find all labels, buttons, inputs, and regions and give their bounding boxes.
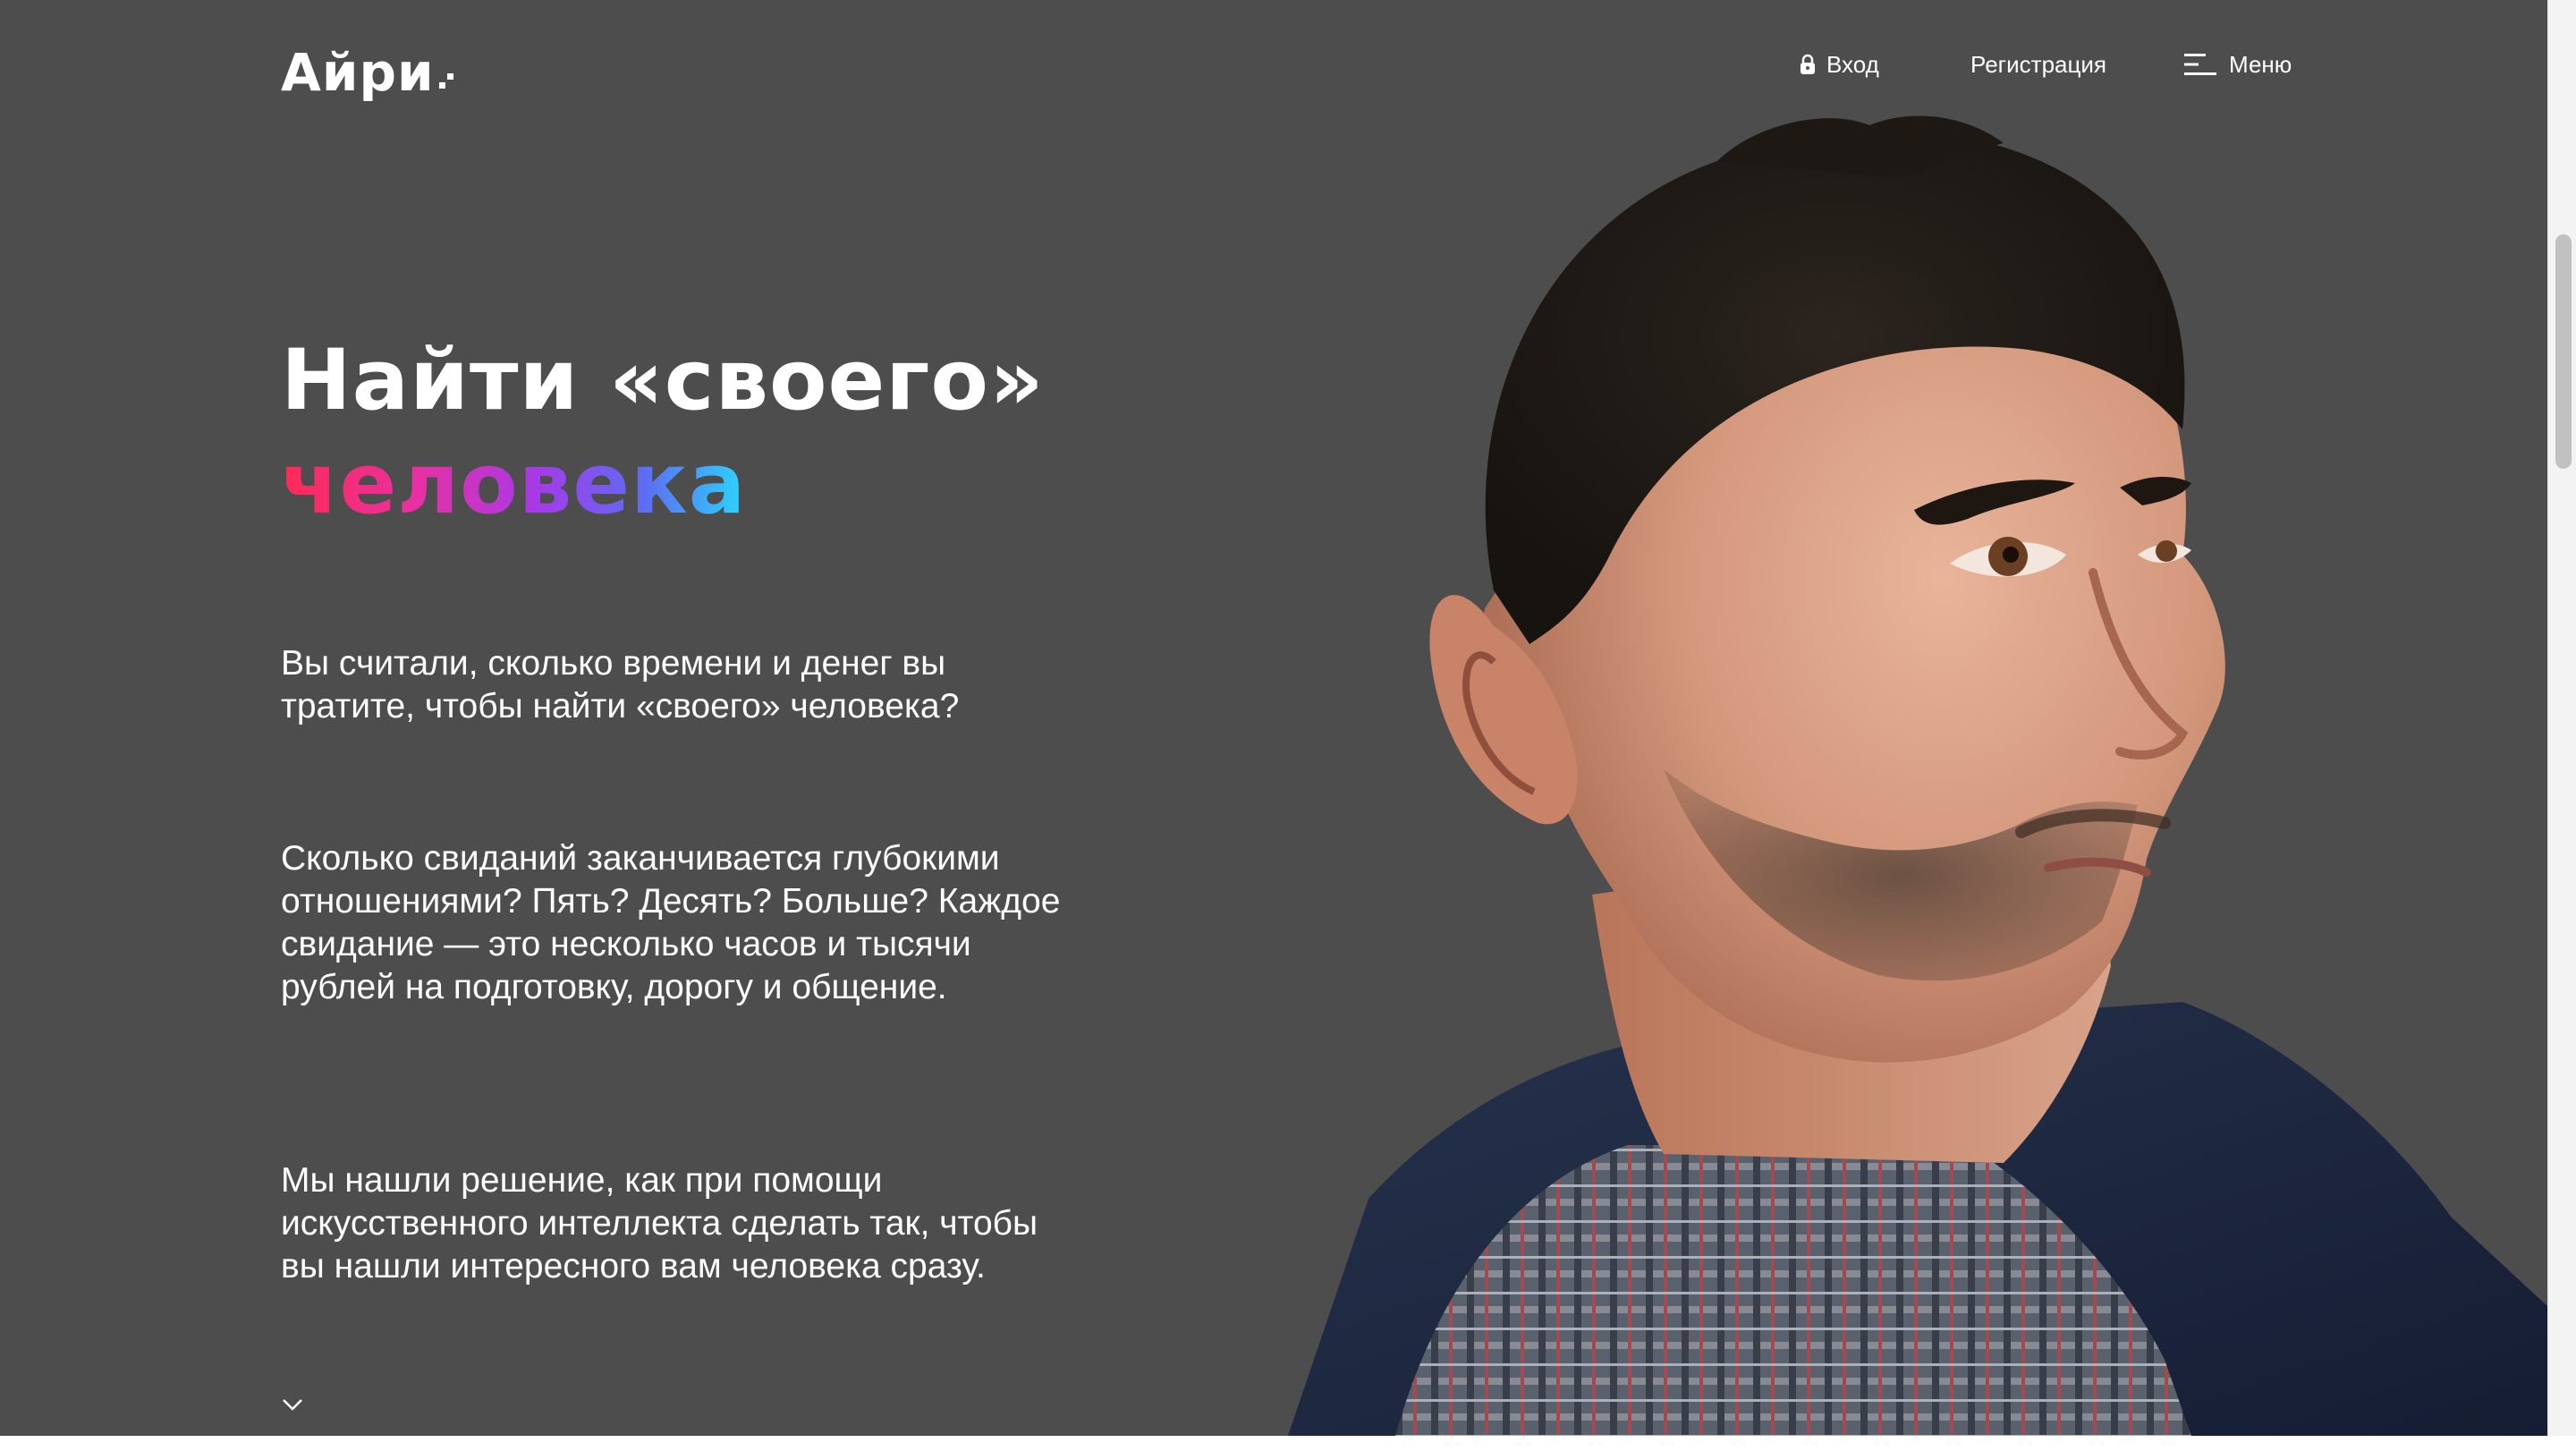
intro-paragraph-2: Сколько свиданий заканчивается глубокими… — [281, 839, 1061, 1006]
register-link[interactable]: Регистрация — [1970, 43, 2106, 86]
page: Айри Вход Регистрация Меню Найти «своего… — [0, 0, 2576, 1451]
hamburger-menu-icon — [2184, 53, 2218, 76]
lock-icon — [1800, 54, 1816, 75]
intro-paragraph-1: Вы считали, сколько времени и денег вы т… — [281, 644, 960, 726]
logo-dots-icon — [437, 63, 453, 98]
vertical-scrollbar[interactable] — [2547, 0, 2576, 1436]
logo-text: Айри — [281, 42, 435, 103]
intro-paragraph-3: Мы нашли решение, как при помощи искусст… — [281, 1161, 1038, 1286]
hero-title: Найти «своего» человека — [281, 329, 1045, 537]
menu-button[interactable]: Меню — [2184, 43, 2292, 86]
scroll-down-button[interactable] — [281, 1396, 304, 1413]
scrollbar-thumb[interactable] — [2555, 234, 2572, 469]
register-label: Регистрация — [1970, 50, 2106, 78]
menu-label: Меню — [2229, 50, 2292, 78]
landing-viewport: Айри Вход Регистрация Меню Найти «своего… — [0, 0, 2547, 1436]
chevron-down-icon — [283, 1399, 302, 1411]
login-link[interactable]: Вход — [1800, 43, 1879, 86]
hero-title-line1: Найти «своего» — [281, 332, 1045, 429]
portrait-photo — [1288, 115, 2547, 1436]
logo[interactable]: Айри — [281, 36, 453, 98]
bottom-edge — [0, 1436, 2576, 1451]
login-label: Вход — [1826, 50, 1879, 78]
hero-title-line2: человека — [281, 433, 746, 537]
